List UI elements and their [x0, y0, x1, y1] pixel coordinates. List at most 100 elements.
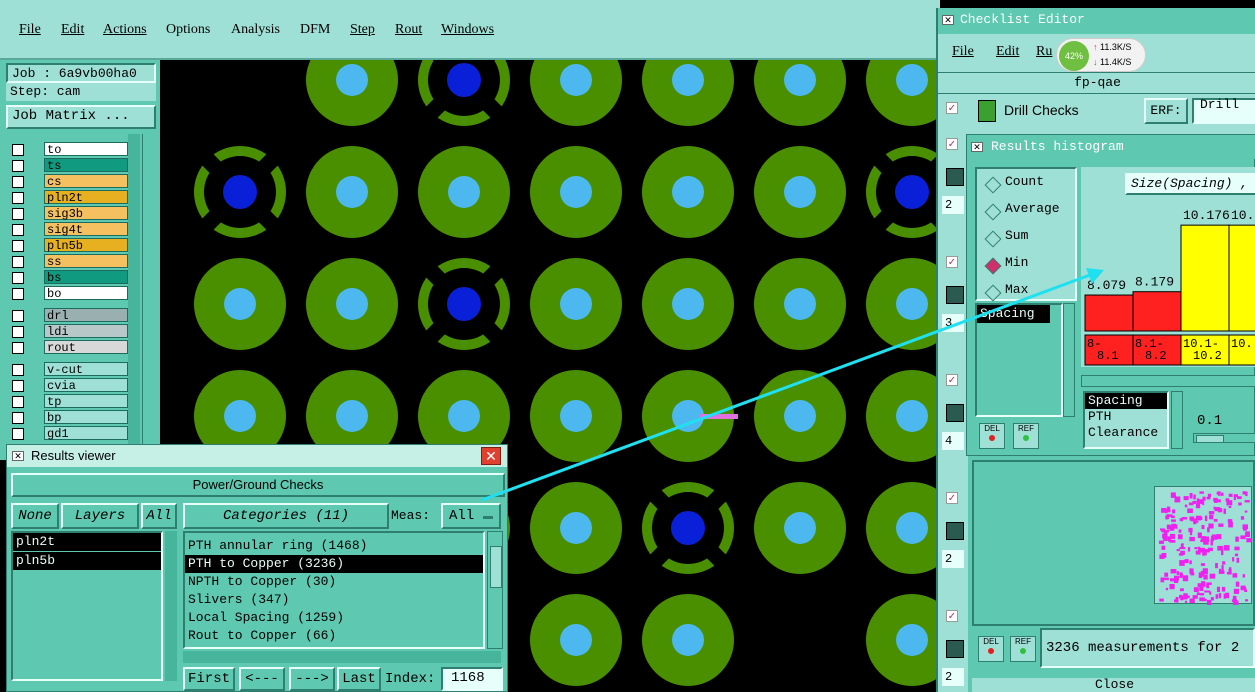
ce-menu-edit[interactable]: Edit: [996, 44, 1019, 60]
mode-label[interactable]: Min: [1005, 255, 1028, 270]
mode-label[interactable]: Average: [1005, 201, 1060, 216]
layer-checkbox[interactable]: [12, 310, 24, 322]
layer-checkbox[interactable]: [12, 380, 24, 392]
checklist-editor-titlebar[interactable]: Checklist Editor: [938, 8, 1255, 32]
results-viewer-titlebar[interactable]: Results viewer: [7, 445, 507, 467]
category-hscrollbar[interactable]: [183, 651, 501, 663]
row-tool-icon[interactable]: [946, 168, 964, 186]
layer-checkbox[interactable]: [12, 144, 24, 156]
close-button[interactable]: Close: [972, 678, 1255, 692]
ref-button-2[interactable]: REF: [1010, 636, 1036, 662]
histogram-bar[interactable]: [1084, 294, 1134, 332]
prev-button[interactable]: <---: [239, 667, 285, 691]
histogram-titlebar[interactable]: Results histogram: [967, 135, 1255, 159]
mode-label[interactable]: Sum: [1005, 228, 1028, 243]
histogram-bar[interactable]: [1228, 224, 1255, 332]
mode-radio-icon[interactable]: [984, 257, 1002, 275]
layer-checkbox[interactable]: [12, 326, 24, 338]
meas-list[interactable]: Spacing PTH Clearance: [1083, 391, 1169, 449]
layer-row[interactable]: bs: [10, 270, 128, 285]
meas-scrollbar[interactable]: [1171, 391, 1183, 449]
layer-row[interactable]: ts: [10, 158, 128, 173]
row-tool-icon[interactable]: [946, 640, 964, 658]
none-button[interactable]: None: [11, 503, 59, 529]
histogram-bar[interactable]: [1132, 291, 1182, 332]
layer-scrollbar[interactable]: [142, 134, 156, 444]
results-minimap[interactable]: [1154, 486, 1253, 606]
menu-edit[interactable]: Edit: [61, 22, 84, 38]
menu-file[interactable]: File: [19, 22, 41, 38]
layers-button[interactable]: Layers: [61, 503, 139, 529]
layer-row[interactable]: sig3b: [10, 206, 128, 221]
layer-checkbox[interactable]: [12, 224, 24, 236]
ce-menu-run[interactable]: Ru: [1036, 44, 1052, 60]
mode-radio-icon[interactable]: [984, 230, 1002, 248]
menu-step[interactable]: Step: [350, 22, 375, 38]
layer-row[interactable]: rout: [10, 340, 128, 355]
row-check-icon[interactable]: ✓: [946, 610, 958, 622]
check-row[interactable]: ✓ Drill Checks ERF: Drill: [938, 94, 1255, 134]
category-list[interactable]: PTH annular ring (1468) PTH to Copper (32…: [183, 531, 485, 649]
layer-row[interactable]: sig4t: [10, 222, 128, 237]
row-check-icon[interactable]: ✓: [946, 256, 958, 268]
chart-hscrollbar[interactable]: [1081, 375, 1255, 387]
layer-checkbox[interactable]: [12, 342, 24, 354]
row-tool-icon[interactable]: [946, 404, 964, 422]
all-button[interactable]: All: [141, 503, 177, 529]
job-matrix-button[interactable]: Job Matrix ...: [6, 105, 156, 129]
layer-checkbox[interactable]: [12, 288, 24, 300]
row-tool-icon[interactable]: [946, 522, 964, 540]
first-button[interactable]: First: [183, 667, 235, 691]
result-layer-item[interactable]: pln2t: [13, 533, 161, 551]
layer-row[interactable]: to: [10, 142, 128, 157]
layer-row[interactable]: pln2t: [10, 190, 128, 205]
erf-value[interactable]: Drill: [1192, 98, 1255, 124]
result-layer-item[interactable]: pln5b: [13, 552, 161, 570]
menu-windows[interactable]: Windows: [441, 22, 494, 38]
meas-item-spacing[interactable]: Spacing: [1085, 393, 1167, 409]
menu-rout[interactable]: Rout: [395, 22, 422, 38]
layer-row[interactable]: v-cut: [10, 362, 128, 377]
layer-row[interactable]: tp: [10, 394, 128, 409]
measure-item[interactable]: Spacing: [977, 305, 1050, 323]
measure-list[interactable]: Spacing: [975, 303, 1063, 417]
mode-label[interactable]: Max: [1005, 282, 1028, 297]
slider-thumb[interactable]: [1196, 435, 1224, 443]
category-scrollbar[interactable]: [487, 531, 503, 649]
category-item[interactable]: Slivers (347): [185, 591, 483, 609]
close-icon[interactable]: ✕: [481, 447, 501, 465]
result-layer-scrollbar[interactable]: [165, 531, 177, 681]
meas-item-clearance[interactable]: Clearance: [1085, 425, 1167, 441]
last-button[interactable]: Last: [337, 667, 381, 691]
layer-row[interactable]: drl: [10, 308, 128, 323]
index-input[interactable]: 1168: [441, 667, 503, 691]
mode-radio-icon[interactable]: [984, 284, 1002, 302]
meas-select[interactable]: All: [441, 503, 501, 529]
menu-actions[interactable]: Actions: [103, 22, 147, 38]
layer-checkbox[interactable]: [12, 240, 24, 252]
layer-checkbox[interactable]: [12, 412, 24, 424]
ref-button[interactable]: REF: [1013, 423, 1039, 449]
erf-button[interactable]: ERF:: [1144, 98, 1188, 124]
layer-checkbox[interactable]: [12, 396, 24, 408]
histogram-bar[interactable]: [1180, 224, 1230, 332]
menu-options[interactable]: Options: [166, 22, 210, 38]
layer-row[interactable]: ldi: [10, 324, 128, 339]
layer-checkbox[interactable]: [12, 428, 24, 440]
category-item[interactable]: PTH annular ring (1468): [185, 537, 483, 555]
check-name-button[interactable]: Power/Ground Checks: [11, 473, 505, 497]
meas-item-pth[interactable]: PTH: [1085, 409, 1167, 425]
result-layer-list[interactable]: pln2t pln5b: [11, 531, 163, 681]
categories-button[interactable]: Categories (11): [183, 503, 389, 529]
mode-radio-icon[interactable]: [984, 176, 1002, 194]
layer-row[interactable]: bp: [10, 410, 128, 425]
menu-dfm[interactable]: DFM: [300, 22, 330, 38]
layer-checkbox[interactable]: [12, 272, 24, 284]
layer-row[interactable]: bo: [10, 286, 128, 301]
category-item[interactable]: NPTH to Copper (30): [185, 573, 483, 591]
next-button[interactable]: --->: [289, 667, 335, 691]
category-item[interactable]: PTH to Copper (3236): [185, 555, 483, 573]
layer-checkbox[interactable]: [12, 192, 24, 204]
row-check-icon[interactable]: ✓: [946, 138, 958, 150]
mode-radio-icon[interactable]: [984, 203, 1002, 221]
